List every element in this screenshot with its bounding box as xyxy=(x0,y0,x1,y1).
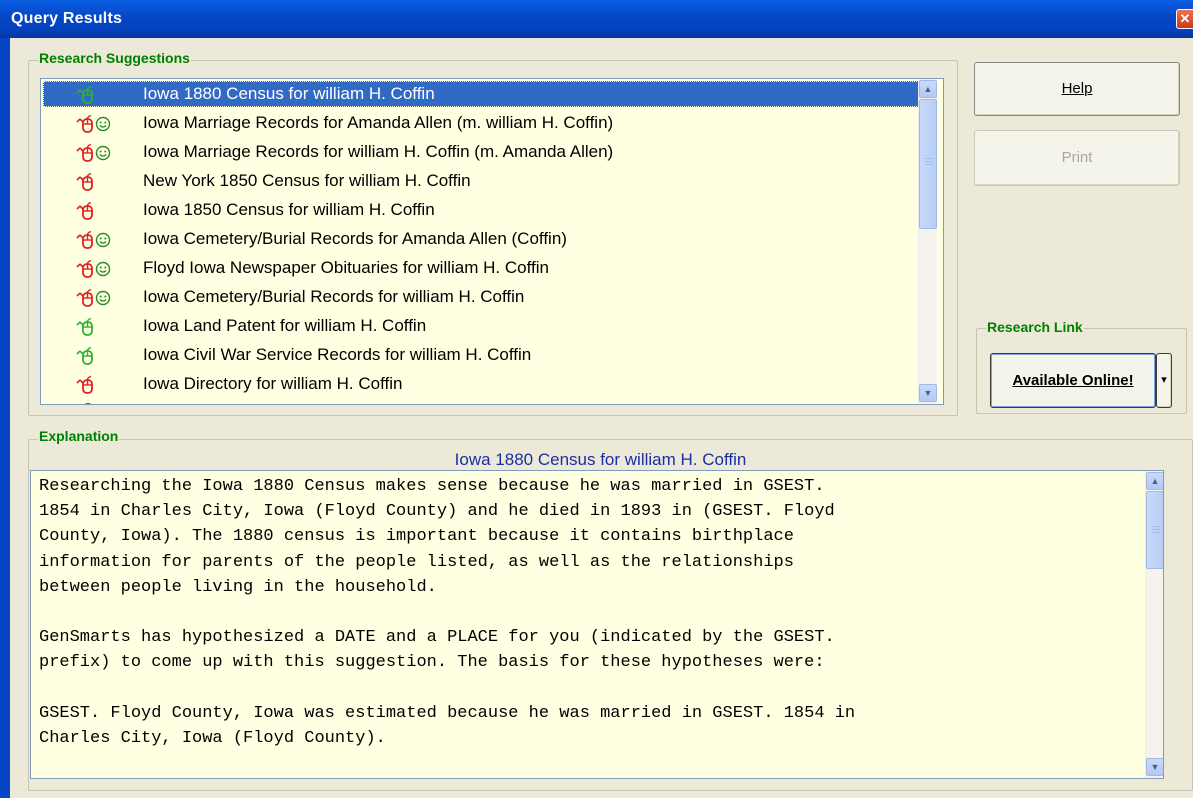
available-online-label: Available Online! xyxy=(1012,372,1134,389)
chevron-down-icon: ▼ xyxy=(1150,762,1160,772)
grip-line xyxy=(925,164,933,165)
help-button-label: Help xyxy=(1061,80,1093,97)
row-icons xyxy=(76,288,121,308)
row-icons xyxy=(76,85,121,105)
mouse-icon xyxy=(76,173,93,191)
mouse-icon xyxy=(76,376,93,394)
smiley-icon xyxy=(95,116,111,132)
row-icons xyxy=(76,375,121,395)
smiley-icon xyxy=(95,232,111,248)
grip-line xyxy=(1152,529,1160,530)
scroll-down-button[interactable]: ▼ xyxy=(919,384,937,402)
row-icons xyxy=(76,346,121,366)
list-item-label: Iowa Marriage Records for Amanda Allen (… xyxy=(143,113,614,132)
grip-line xyxy=(925,158,933,159)
row-icons xyxy=(76,172,121,192)
research-suggestions-legend: Research Suggestions xyxy=(38,50,191,66)
explanation-legend: Explanation xyxy=(38,428,120,444)
explanation-text[interactable]: Researching the Iowa 1880 Census makes s… xyxy=(30,470,1164,779)
list-item-label: Iowa Land Patent for william H. Coffin xyxy=(143,316,427,335)
list-item[interactable]: Iowa 1880 Census for william H. Coffin xyxy=(43,81,919,107)
list-item-label: Iowa Cemetery/Burial Records for william… xyxy=(143,287,525,306)
scroll-thumb[interactable] xyxy=(919,99,937,229)
row-icons xyxy=(76,259,121,279)
chevron-up-icon: ▲ xyxy=(1150,476,1160,486)
explanation-body: Researching the Iowa 1880 Census makes s… xyxy=(39,477,856,749)
list-item[interactable]: Floyd Iowa Newspaper Obituaries for will… xyxy=(43,255,919,281)
list-item[interactable]: Iowa Marriage Records for Amanda Allen (… xyxy=(43,110,919,136)
smiley-icon xyxy=(95,261,111,277)
grip-line xyxy=(1152,526,1160,527)
list-item[interactable]: Iowa Cemetery/Burial Records for william… xyxy=(43,284,919,310)
research-link-dropdown[interactable]: ▾ xyxy=(1156,353,1172,408)
list-item[interactable]: Iowa Civil War Service Records for willi… xyxy=(43,342,919,368)
explanation-title: Iowa 1880 Census for william H. Coffin xyxy=(454,450,747,469)
row-icons xyxy=(76,317,121,337)
close-button[interactable]: ✕ xyxy=(1176,9,1193,29)
chevron-down-icon: ▼ xyxy=(923,388,933,398)
list-item-label: Iowa Cemetery/Burial Records for Amanda … xyxy=(143,229,567,248)
row-icons xyxy=(76,201,121,221)
row-icons xyxy=(76,143,121,163)
row-icons xyxy=(76,114,121,134)
list-item[interactable]: Iowa Cemetery/Burial Records for Amanda … xyxy=(43,226,919,252)
list-item[interactable]: Iowa 1850 Census for william H. Coffin xyxy=(43,197,919,223)
mouse-icon xyxy=(76,202,93,220)
row-icons xyxy=(76,230,121,250)
grip-line xyxy=(1152,532,1160,533)
list-item-label: Floyd Iowa Newspaper Obituaries for will… xyxy=(143,258,549,277)
suggestions-scrollbar[interactable]: ▲ ▼ xyxy=(918,79,937,404)
explanation-scrollbar[interactable]: ▲ ▼ xyxy=(1145,471,1163,778)
dropdown-arrow-icon: ▾ xyxy=(1161,374,1167,386)
list-item-label: New York 1850 Census for william H. Coff… xyxy=(143,171,471,190)
scroll-up-button[interactable]: ▲ xyxy=(1146,472,1163,490)
research-link-legend: Research Link xyxy=(986,319,1084,335)
scroll-down-button[interactable]: ▼ xyxy=(1146,758,1163,776)
window-title: Query Results xyxy=(11,10,123,27)
list-item-label: Iowa Directory for william H. Coffin xyxy=(143,374,403,393)
scroll-thumb[interactable] xyxy=(1146,491,1163,569)
list-item[interactable]: New York 1850 Census for william H. Coff… xyxy=(43,168,919,194)
close-icon: ✕ xyxy=(1179,11,1191,26)
print-button[interactable]: Print xyxy=(974,130,1180,186)
list-item[interactable]: Iowa Land Patent for william H. Coffin xyxy=(43,313,919,339)
help-button[interactable]: Help xyxy=(974,62,1180,116)
print-button-label: Print xyxy=(1061,149,1093,166)
grip-line xyxy=(925,161,933,162)
list-item-label: Iowa Marriage Records for william H. Cof… xyxy=(143,142,614,161)
smiley-icon xyxy=(95,290,111,306)
window-left-border xyxy=(0,38,10,798)
chevron-up-icon: ▲ xyxy=(923,84,933,94)
list-item[interactable]: Iowa Directory for william H. Coffin xyxy=(43,371,919,397)
list-item-partial xyxy=(85,403,91,404)
suggestions-list[interactable]: Iowa Directory for william H. Coffin Iowa… xyxy=(40,78,944,405)
available-online-button[interactable]: Available Online! xyxy=(990,353,1156,408)
list-item-label: Iowa 1850 Census for william H. Coffin xyxy=(143,200,435,219)
mouse-icon xyxy=(76,347,93,365)
list-item-label: Iowa 1880 Census for william H. Coffin xyxy=(143,84,435,103)
mouse-icon xyxy=(76,86,93,104)
list-item-label: Iowa Civil War Service Records for willi… xyxy=(143,345,532,364)
scroll-up-button[interactable]: ▲ xyxy=(919,80,937,98)
title-bar[interactable]: Query Results ✕ xyxy=(0,0,1193,38)
smiley-icon xyxy=(95,145,111,161)
mouse-icon xyxy=(76,318,93,336)
list-item[interactable]: Iowa Marriage Records for william H. Cof… xyxy=(43,139,919,165)
